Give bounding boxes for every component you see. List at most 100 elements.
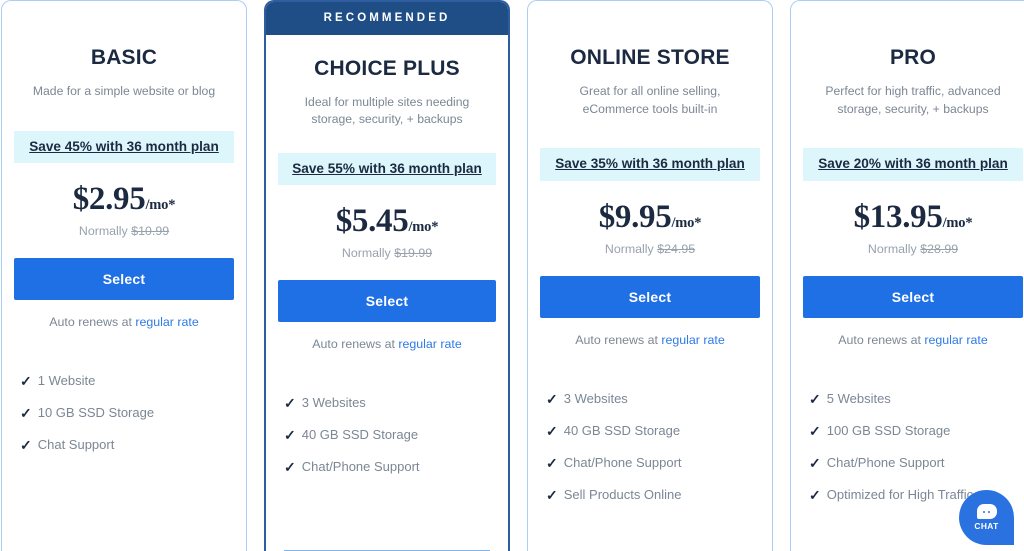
price-amount: $9.95 [598,198,672,235]
pricing-page: BASIC Made for a simple website or blog … [0,0,1024,551]
normally-label: Normally [604,241,658,256]
regular-rate-link[interactable]: regular rate [661,333,724,347]
plan-title: BASIC [90,46,158,69]
chat-dot [982,510,986,514]
price-row: $13.95/mo* [803,199,1023,236]
price-amount: $13.95 [853,198,943,235]
save-promo-banner[interactable]: Save 20% with 36 month plan [803,148,1023,181]
select-button[interactable]: Select [803,275,1023,318]
feature-label: 40 GB SSD Storage [301,427,419,443]
check-icon: ✓ [546,454,558,471]
regular-rate-link[interactable]: regular rate [398,337,461,351]
regular-rate-link[interactable]: regular rate [135,315,198,329]
auto-renew-label: Auto renews at [312,337,399,352]
price-period: /mo* [942,214,973,231]
feature-item: ✓ Chat/Phone Support [284,459,496,475]
check-icon: ✓ [809,487,821,504]
normally-price: $10.99 [131,224,170,239]
feature-label: Optimized for High Traffic [826,487,974,503]
feature-label: 40 GB SSD Storage [563,422,681,438]
check-icon: ✓ [546,422,558,439]
normally-price-row: Normally $24.95 [540,242,760,256]
auto-renew-text: Auto renews at regular rate [14,315,234,329]
feature-item: ✓ 5 Websites [809,391,1023,407]
card-body: CHOICE PLUS Ideal for multiple sites nee… [266,35,508,551]
save-promo-banner[interactable]: Save 35% with 36 month plan [540,148,760,181]
feature-item: ✓ Chat Support [20,437,234,453]
pricing-grid: BASIC Made for a simple website or blog … [0,0,1024,551]
check-icon: ✓ [20,437,32,454]
auto-renew-text: Auto renews at regular rate [540,333,760,347]
normally-label: Normally [341,246,395,261]
auto-renew-label: Auto renews at [575,332,662,347]
auto-renew-label: Auto renews at [49,315,136,330]
check-icon: ✓ [809,390,821,407]
card-body: BASIC Made for a simple website or blog … [2,1,246,551]
chat-widget-label: CHAT [974,521,999,532]
feature-item: ✓ 3 Websites [546,391,760,407]
feature-label: Sell Products Online [563,487,682,503]
regular-rate-link[interactable]: regular rate [924,333,987,347]
plan-card-basic[interactable]: BASIC Made for a simple website or blog … [1,0,247,551]
plan-subtitle: Perfect for high traffic, advanced stora… [825,84,1001,116]
chat-dot [987,510,991,514]
plan-title: ONLINE STORE [570,46,730,69]
check-icon: ✓ [809,422,821,439]
feature-list: ✓ 1 Website ✓ 10 GB SSD Storage ✓ Chat S… [14,373,234,469]
check-icon: ✓ [546,390,558,407]
feature-item: ✓ 1 Website [20,373,234,389]
feature-label: 1 Website [37,373,96,389]
feature-label: Chat Support [37,437,115,453]
check-icon: ✓ [284,395,296,412]
feature-item: ✓ 100 GB SSD Storage [809,423,1023,439]
price-amount: $5.45 [335,203,409,240]
plan-title: CHOICE PLUS [314,56,460,80]
feature-item: ✓ Chat/Phone Support [809,455,1023,471]
normally-label: Normally [867,241,921,256]
normally-price: $28.99 [920,241,959,256]
price-period: /mo* [671,214,702,231]
feature-label: Chat/Phone Support [301,459,420,475]
plan-subtitle: Great for all online selling, eCommerce … [579,84,721,116]
feature-item: ✓ 40 GB SSD Storage [284,427,496,443]
chat-widget-button[interactable]: CHAT [959,490,1014,545]
feature-item: ✓ 10 GB SSD Storage [20,405,234,421]
check-icon: ✓ [809,454,821,471]
check-icon: ✓ [20,373,32,390]
save-promo-banner[interactable]: Save 45% with 36 month plan [14,130,234,164]
feature-item: ✓ 3 Websites [284,395,496,411]
plan-subtitle: Made for a simple website or blog [32,84,216,99]
select-button[interactable]: Select [540,275,760,318]
check-icon: ✓ [284,427,296,444]
price-row: $9.95/mo* [540,199,760,236]
price-row: $2.95/mo* [14,181,234,218]
plan-card-choice-plus[interactable]: RECOMMENDED CHOICE PLUS Ideal for multip… [264,0,510,551]
feature-label: 10 GB SSD Storage [37,405,155,421]
save-promo-banner[interactable]: Save 55% with 36 month plan [278,152,496,186]
price-amount: $2.95 [72,181,146,218]
check-icon: ✓ [284,459,296,476]
chat-bubble-icon [976,504,997,520]
plan-title: PRO [889,46,937,69]
select-button[interactable]: Select [14,258,234,301]
feature-label: Chat/Phone Support [563,454,682,470]
normally-label: Normally [78,224,132,239]
feature-label: 100 GB SSD Storage [826,422,951,438]
feature-label: 3 Websites [563,390,628,406]
check-icon: ✓ [546,487,558,504]
feature-label: Chat/Phone Support [826,454,945,470]
select-button[interactable]: Select [278,280,496,323]
feature-list: ✓ 3 Websites ✓ 40 GB SSD Storage ✓ Chat/… [278,395,496,491]
feature-item: ✓ Sell Products Online [546,487,760,503]
auto-renew-label: Auto renews at [838,332,925,347]
normally-price: $24.95 [657,241,696,256]
normally-price-row: Normally $19.99 [278,246,496,260]
auto-renew-text: Auto renews at regular rate [803,333,1023,347]
plan-card-online-store[interactable]: ONLINE STORE Great for all online sellin… [527,0,773,551]
normally-price-row: Normally $10.99 [14,224,234,238]
plan-card-pro[interactable]: PRO Perfect for high traffic, advanced s… [790,0,1024,551]
price-period: /mo* [408,219,439,236]
auto-renew-text: Auto renews at regular rate [278,337,496,351]
feature-list: ✓ 3 Websites ✓ 40 GB SSD Storage ✓ Chat/… [540,391,760,519]
check-icon: ✓ [20,405,32,422]
